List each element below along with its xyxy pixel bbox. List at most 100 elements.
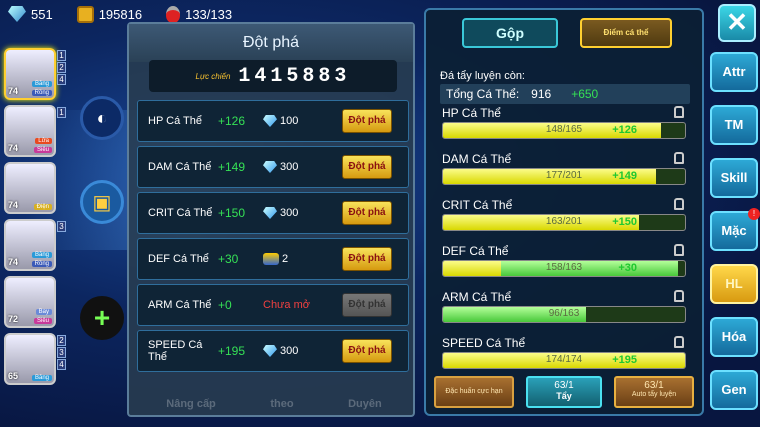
breakthrough-row: CRIT Cá Thể +150 300 Đột phá [137, 192, 409, 234]
tab-individual-points[interactable]: Điểm cá thể [580, 18, 672, 48]
side-menu-gen[interactable]: Gen [710, 370, 758, 410]
lock-icon[interactable] [674, 152, 684, 164]
cost-value: 100 [280, 115, 299, 127]
cost: 300 [263, 345, 343, 357]
faded-tab-label: Duyên [348, 398, 382, 410]
lock-icon[interactable] [674, 336, 684, 348]
pet-slot[interactable]: 74 Băng Rồng 1 2 4 [4, 48, 66, 100]
breakthrough-button[interactable]: Đột phá [342, 339, 392, 363]
pet-type-tag: Siêu [33, 147, 52, 153]
lock-icon[interactable] [674, 244, 684, 256]
faded-tab-label: Nâng cấp [166, 398, 216, 410]
total-value: 916 [531, 87, 552, 101]
pet-level: 74 [8, 200, 19, 210]
faded-bottom-tabs: Nâng cấp theo Duyên [139, 398, 409, 410]
pet-slot[interactable]: 74 Băng Rồng 3 [4, 219, 66, 271]
gem-icon [263, 161, 277, 173]
pet-slot-number: 1 [57, 50, 66, 61]
side-menu-attr[interactable]: Attr [710, 52, 758, 92]
pet-portrait-button[interactable]: ◐ [80, 96, 124, 140]
gem-icon [263, 115, 277, 127]
stat-name: HP Cá Thể [148, 115, 203, 127]
stat-bar-row: DAM Cá Thể 177/201 +149 [442, 152, 690, 185]
stat-add: +30 [618, 262, 637, 274]
breakthrough-row: HP Cá Thể +126 100 Đột phá [137, 100, 409, 142]
lock-icon[interactable] [674, 290, 684, 302]
breakthrough-button[interactable]: Đột phá [342, 247, 392, 271]
extreme-training-button[interactable]: Đặc huấn cực hạn [434, 376, 514, 408]
stat-add: +195 [612, 354, 637, 366]
bag-button[interactable]: ▣ [80, 180, 124, 224]
gem-icon [263, 345, 277, 357]
cost-value: 2 [282, 253, 289, 265]
pet-slot-numbers: 3 [57, 221, 66, 232]
auto-wash-label: Auto tẩy luyện [631, 391, 677, 398]
cost: 300 [263, 161, 343, 173]
pet-type-tag: Điện [33, 204, 52, 210]
pet-slot[interactable]: 74 Điện [4, 162, 56, 214]
breakthrough-row: DAM Cá Thể +149 300 Đột phá [137, 146, 409, 188]
stat-bar-row: ARM Cá Thể 96/163 [442, 290, 690, 323]
pet-slot-numbers: 124 [57, 50, 66, 85]
stamina-value: 133/133 [185, 6, 233, 22]
stat-add: +149 [612, 170, 637, 182]
pet-level: 65 [8, 371, 19, 381]
breakthrough-button[interactable]: Đột phá [342, 201, 392, 225]
stat-value: 158/163 [545, 262, 583, 273]
pet-slot-number: 2 [57, 62, 66, 73]
lock-icon[interactable] [674, 106, 684, 118]
pet-slot-number: 4 [57, 359, 66, 370]
diamond-icon [8, 6, 26, 22]
stat-bonus: +195 [218, 344, 246, 358]
tab-merge[interactable]: Gộp [462, 18, 558, 48]
lock-icon[interactable] [674, 198, 684, 210]
breakthrough-title: Đột phá [129, 24, 413, 62]
faded-tab-label: theo [270, 398, 294, 410]
breakthrough-button[interactable]: Đột phá [342, 109, 392, 133]
pet-level: 74 [8, 86, 19, 96]
close-button[interactable]: ✕ [718, 4, 756, 42]
add-pet-button[interactable]: + [80, 296, 124, 340]
gold-icon [76, 5, 94, 23]
pet-type-tag: Băng [31, 252, 52, 258]
breakthrough-row: ARM Cá Thể +0 Chưa mở Đột phá [137, 284, 409, 326]
pet-slot-number: 3 [57, 347, 66, 358]
combat-power-value: 1415883 [238, 64, 351, 88]
cost: 300 [263, 207, 343, 219]
pet-slot[interactable]: 72 Bay Siêu [4, 276, 56, 328]
stat-bar-row: SPEED Cá Thể 174/174 +195 [442, 336, 690, 369]
side-menu-skill[interactable]: Skill [710, 158, 758, 198]
stat-bar-row: DEF Cá Thể 158/163 +30 [442, 244, 690, 277]
stat-value: 177/201 [545, 170, 583, 181]
side-menu-hl[interactable]: HL [710, 264, 758, 304]
stat-progress-bar: 163/201 +150 [442, 214, 686, 231]
stat-label: ARM Cá Thể [442, 290, 512, 304]
gems-value: 551 [31, 6, 53, 22]
pet-type-tag: Rồng [31, 261, 52, 267]
stat-label: DAM Cá Thể [442, 152, 512, 166]
pet-slot[interactable]: 74 Lửa Siêu 1 [4, 105, 66, 157]
stat-bar-row: CRIT Cá Thể 163/201 +150 [442, 198, 690, 231]
stat-progress-bar: 177/201 +149 [442, 168, 686, 185]
stat-bonus: +0 [218, 298, 232, 312]
side-menu-hóa[interactable]: Hóa [710, 317, 758, 357]
pet-slot-numbers: 234 [57, 335, 66, 370]
wash-button[interactable]: 63/1 Tẩy [526, 376, 602, 408]
pet-slot[interactable]: 65 Băng 2 3 4 [4, 333, 66, 385]
pet-type-tag: Bay [35, 309, 52, 315]
breakthrough-rows: HP Cá Thể +126 100 Đột phá DAM Cá Thể +149 300… [137, 100, 409, 376]
wash-count: 63/1 [554, 380, 574, 391]
pet-slot-number: 2 [57, 335, 66, 346]
stat-name: DAM Cá Thể [148, 161, 212, 173]
stat-name: ARM Cá Thể [148, 299, 212, 311]
total-label: Tổng Cá Thể: [446, 87, 520, 101]
auto-wash-button[interactable]: 63/1 Auto tẩy luyện [614, 376, 694, 408]
breakthrough-button[interactable]: Đột phá [342, 155, 392, 179]
gold-counter: 195816 [76, 5, 142, 23]
pet-type-tag: Rồng [31, 90, 52, 96]
total-individual-row: Tổng Cá Thể: 916 +650 [440, 84, 690, 104]
stat-bonus: +126 [218, 114, 246, 128]
side-menu-tm[interactable]: TM [710, 105, 758, 145]
stat-name: SPEED Cá Thể [148, 339, 203, 363]
item-icon [263, 253, 279, 265]
